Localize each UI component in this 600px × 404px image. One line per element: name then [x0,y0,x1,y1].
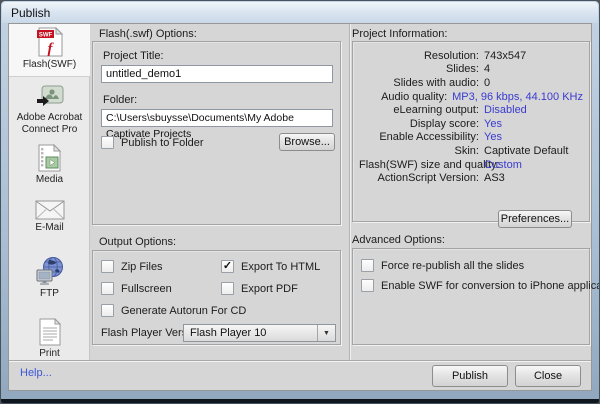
checkbox-box [101,136,114,149]
sidebar-item-label: Flash(SWF) [9,59,90,71]
output-options-groupbox: Zip Files ✓ Export To HTML Fullscreen Ex… [92,250,341,345]
connect-pro-icon [35,84,65,110]
flash-options-groupbox: Project Title: untitled_demo1 Folder: C:… [92,41,341,225]
project-info-rows: Resolution: 743x547 Slides: 4 Slides wit… [359,49,583,185]
checkbox-box [361,259,374,272]
preferences-button[interactable]: Preferences... [498,210,572,228]
flash-options-section-title: Flash(.swf) Options: [99,28,197,40]
output-options-section-title: Output Options: [99,236,176,248]
checkbox-box: ✓ [221,260,234,273]
title-bar[interactable]: Publish [2,2,598,23]
sidebar-item-label: Media [9,174,90,186]
generate-autorun-checkbox[interactable]: Generate Autorun For CD [101,304,246,317]
sidebar-item-print[interactable]: Print [9,318,90,360]
window-title: Publish [2,6,50,20]
project-title-label: Project Title: [103,50,164,62]
checkbox-box [101,304,114,317]
enable-swf-iphone-checkbox[interactable]: Enable SWF for conversion to iPhone appl… [361,279,600,292]
close-button[interactable]: Close [515,365,581,387]
ftp-icon [35,256,65,286]
sidebar-item-label: Print [9,348,90,360]
project-info-row: Skin: Captivate Default [359,144,583,158]
export-to-html-checkbox[interactable]: ✓ Export To HTML [221,260,320,273]
publish-target-sidebar: SWF f Flash(SWF) Adobe Acrobat Connect P… [9,24,90,360]
sidebar-item-label: FTP [9,288,90,300]
media-icon [37,144,63,172]
checkbox-box [101,282,114,295]
dialog-body: SWF f Flash(SWF) Adobe Acrobat Connect P… [8,23,592,391]
help-link[interactable]: Help... [20,367,52,379]
print-icon [38,318,62,346]
project-info-row: Flash(SWF) size and quality: Custom [359,158,583,172]
folder-label: Folder: [103,94,137,106]
browse-button[interactable]: Browse... [279,133,335,151]
chevron-down-icon: ▼ [317,325,335,341]
footer-divider [9,360,591,361]
flash-swf-icon: SWF f [36,27,64,57]
checkbox-box [361,279,374,292]
project-info-row: ActionScript Version: AS3 [359,171,583,185]
email-icon [35,200,65,220]
project-info-row: Display score: Yes [359,117,583,131]
checkbox-box [221,282,234,295]
sidebar-item-ftp[interactable]: FTP [9,256,90,300]
force-republish-checkbox[interactable]: Force re-publish all the slides [361,259,524,272]
checkbox-box [101,260,114,273]
project-info-row: Enable Accessibility: Yes [359,131,583,145]
project-info-row: Slides with audio: 0 [359,76,583,90]
project-information-section-title: Project Information: [352,28,447,40]
project-info-row: Slides: 4 [359,63,583,77]
advanced-options-section-title: Advanced Options: [352,234,445,246]
export-pdf-checkbox[interactable]: Export PDF [221,282,298,295]
zip-files-checkbox[interactable]: Zip Files [101,260,163,273]
sidebar-item-media[interactable]: Media [9,144,90,186]
publish-button[interactable]: Publish [432,365,508,387]
flash-player-version-dropdown[interactable]: Flash Player 10 ▼ [183,324,336,342]
publish-dialog-window: Publish SWF f Flash(SWF) [0,0,600,404]
folder-input[interactable]: C:\Users\sbuysse\Documents\My Adobe Capt… [101,109,333,127]
publish-to-folder-checkbox[interactable]: Publish to Folder [101,136,204,149]
project-info-row: eLearning output: Disabled [359,103,583,117]
column-divider [349,24,350,360]
project-information-groupbox: Resolution: 743x547 Slides: 4 Slides wit… [352,41,590,222]
sidebar-item-email[interactable]: E-Mail [9,200,90,234]
project-info-row: Audio quality: MP3, 96 kbps, 44.100 KHz [359,90,583,104]
sidebar-item-flash-swf[interactable]: SWF f Flash(SWF) [9,24,90,77]
sidebar-item-label: Adobe Acrobat Connect Pro [9,112,90,136]
sidebar-item-label: E-Mail [9,222,90,234]
fullscreen-checkbox[interactable]: Fullscreen [101,282,172,295]
project-info-row: Resolution: 743x547 [359,49,583,63]
advanced-options-groupbox: Force re-publish all the slides Enable S… [352,248,590,345]
project-title-input[interactable]: untitled_demo1 [101,65,333,83]
svg-text:SWF: SWF [38,33,52,39]
sidebar-item-connect-pro[interactable]: Adobe Acrobat Connect Pro [9,84,90,136]
